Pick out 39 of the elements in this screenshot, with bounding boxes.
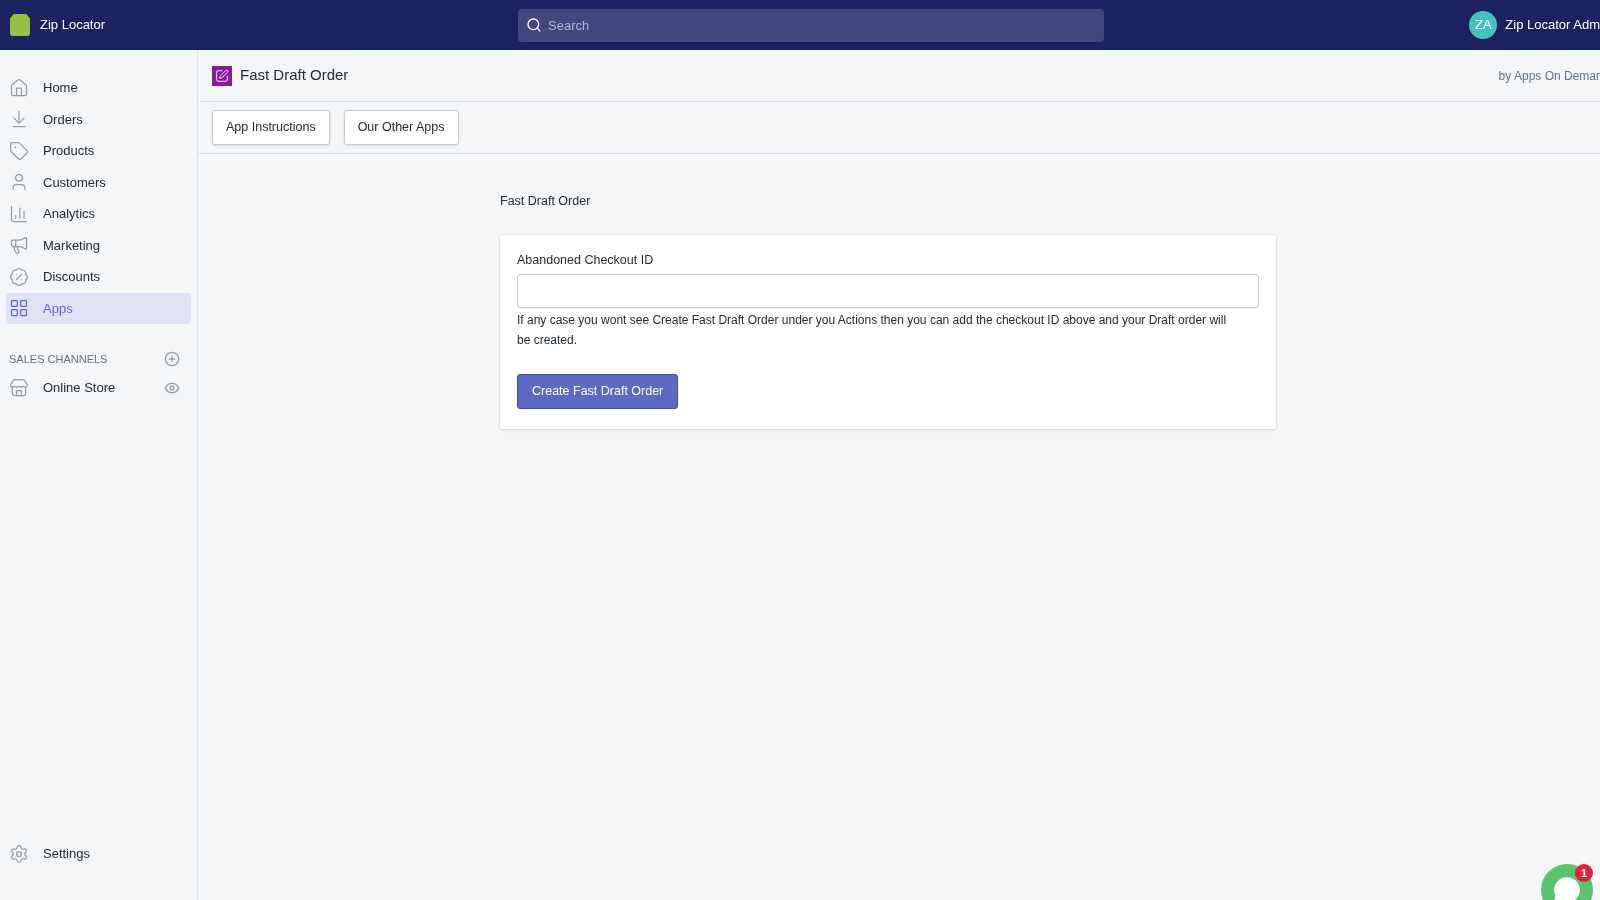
checkout-id-field[interactable]	[517, 273, 1259, 308]
nav-item[interactable]: Online Store	[9, 378, 116, 398]
toolbar-button[interactable]: App Instructions	[212, 110, 330, 145]
settings-icon	[9, 844, 29, 864]
user-name: Zip Locator Adm	[1505, 16, 1600, 35]
app-byline: by Apps On Demar	[1498, 67, 1600, 85]
bar-chart-icon	[9, 203, 29, 224]
section-heading: SALES CHANNELS	[9, 351, 108, 367]
nav-item[interactable]: Customers	[6, 166, 191, 198]
store-name: Zip Locator	[40, 16, 106, 35]
percent-badge-icon	[9, 266, 29, 287]
tag-icon	[9, 140, 29, 161]
notification-badge: 1	[1575, 864, 1593, 882]
app-title: Fast Draft Order	[240, 65, 349, 86]
page-heading: Fast Draft Order	[500, 193, 592, 210]
grid-icon	[9, 298, 29, 319]
nav-item[interactable]: Orders	[6, 103, 191, 135]
eye-icon[interactable]	[164, 380, 180, 396]
storefront-icon	[9, 378, 29, 398]
search-field[interactable]: Search	[518, 8, 1104, 42]
nav-item[interactable]: Products	[6, 135, 191, 167]
help-text: If any case you wont see Create Fast Draft Order under you Actions then you can add the checkout ID above and your Draft order will be created.	[517, 311, 1228, 349]
create-order-button[interactable]: Create Fast Draft Order	[517, 373, 679, 409]
chat-icon	[1553, 876, 1581, 900]
search-icon	[526, 16, 542, 33]
nav-item[interactable]: Home	[6, 72, 191, 104]
nav-item[interactable]: Analytics	[6, 198, 191, 230]
nav-item[interactable]: Discounts	[6, 261, 191, 293]
add-icon[interactable]	[164, 351, 180, 367]
nav-item[interactable]: Apps	[6, 292, 191, 324]
chat-button[interactable]: 1	[1541, 864, 1593, 900]
toolbar-button[interactable]: Our Other Apps	[343, 110, 459, 145]
shopping-bag-logo-icon	[8, 13, 32, 37]
megaphone-icon	[9, 235, 29, 256]
app-icon	[212, 65, 232, 86]
nav-item[interactable]: Settings	[6, 838, 191, 870]
home-icon	[9, 77, 29, 98]
field-label: Abandoned Checkout ID	[517, 251, 655, 269]
nav-item[interactable]: Marketing	[6, 229, 191, 261]
